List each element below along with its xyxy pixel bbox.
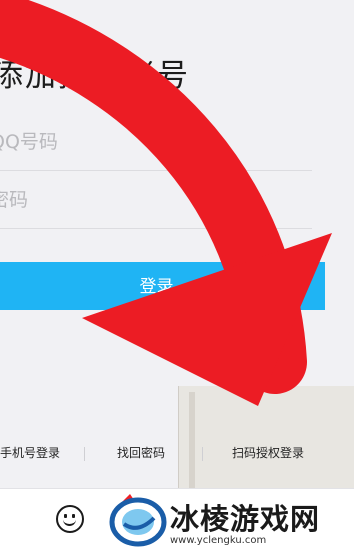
watermark-site-name: 冰棱游戏网 (170, 502, 321, 536)
login-screen: 添加授权帐号 QQ号码 密码 登录 手机号登录 找回密码 扫码授权登录 冰棱游戏… (0, 0, 354, 553)
emoji-smile-icon[interactable] (56, 505, 84, 533)
watermark-logo-icon (109, 494, 167, 547)
watermark-site-url: www.yclengku.com (170, 535, 267, 546)
red-curved-arrow-icon (0, 0, 332, 406)
